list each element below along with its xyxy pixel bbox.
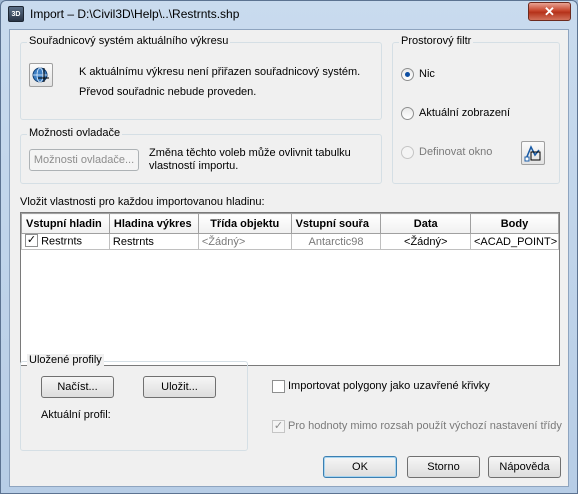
radio-define-window-label: Definovat okno	[419, 146, 493, 158]
points-cell[interactable]: <ACAD_POINT>	[469, 233, 560, 250]
globe-icon	[32, 67, 49, 83]
driver-options-group: Možnosti ovladače Možnosti ovladače... Z…	[20, 127, 382, 184]
radio-none-label: Nic	[419, 68, 435, 80]
column-header[interactable]: Vstupní hladin	[21, 213, 110, 234]
window-title: Import – D:\Civil3D\Help\..\Restrnts.shp	[30, 7, 240, 21]
cancel-button[interactable]: Storno	[407, 456, 480, 478]
window-select-icon	[524, 145, 541, 162]
autocad-app-icon: 3D	[8, 6, 24, 22]
object-class-cell[interactable]: <Žádný>	[197, 233, 292, 250]
input-layer-value: Restrnts	[41, 235, 83, 248]
radio-current-view[interactable]	[401, 107, 414, 120]
coordinate-system-group-title: Souřadnicový systém aktuálního výkresu	[27, 35, 231, 47]
table-header-row: Vstupní hladin Hladina výkres Třída obje…	[21, 213, 560, 234]
coordinate-system-button[interactable]	[29, 63, 53, 87]
saved-profiles-title: Uložené profily	[27, 354, 104, 366]
spatial-filter-title: Prostorový filtr	[399, 35, 474, 47]
coordinate-conversion-message: Převod souřadnic nebude proveden.	[79, 86, 257, 98]
current-profile-label: Aktuální profil:	[41, 409, 111, 421]
drawing-layer-cell[interactable]: Restrnts	[108, 233, 199, 250]
driver-options-title: Možnosti ovladače	[27, 127, 123, 139]
column-header[interactable]: Hladina výkres	[108, 213, 199, 234]
use-defaults-label: Pro hodnoty mimo rozsah použít výchozí n…	[288, 420, 562, 432]
driver-options-note: Změna těchto voleb může ovlivnit tabulku…	[149, 147, 351, 172]
layers-grid: Vstupní hladin Hladina výkres Třída obje…	[21, 213, 560, 250]
define-window-button[interactable]	[521, 141, 545, 165]
column-header[interactable]: Data	[380, 213, 471, 234]
layers-table: Vstupní hladin Hladina výkres Třída obje…	[20, 212, 560, 366]
column-header[interactable]: Body	[469, 213, 560, 234]
close-button[interactable]: ✕	[528, 2, 571, 21]
save-profile-button[interactable]: Uložit...	[143, 376, 216, 398]
coordinate-system-group: Souřadnicový systém aktuálního výkresu K…	[20, 35, 382, 120]
title-bar[interactable]: 3D Import – D:\Civil3D\Help\..\Restrnts.…	[1, 1, 577, 27]
layer-import-checkbox[interactable]: ✓	[25, 234, 38, 247]
data-cell[interactable]: <Žádný>	[380, 233, 471, 250]
help-button[interactable]: Nápověda	[488, 456, 561, 478]
ok-button[interactable]: OK	[323, 456, 397, 478]
radio-none[interactable]	[401, 68, 414, 81]
spatial-filter-group: Prostorový filtr Nic Aktuální zobrazení …	[392, 35, 560, 184]
use-defaults-checkbox[interactable]: ✓	[272, 420, 285, 433]
dialog-body: Souřadnicový systém aktuálního výkresu K…	[9, 29, 569, 487]
saved-profiles-group: Uložené profily Načíst... Uložit... Aktu…	[20, 354, 248, 451]
layers-label: Vložit vlastnosti pro každou importovano…	[20, 196, 265, 208]
radio-current-view-label: Aktuální zobrazení	[419, 107, 511, 119]
coordinate-system-message: K aktuálnímu výkresu není přiřazen souřa…	[79, 66, 361, 78]
import-polygons-label: Importovat polygony jako uzavřené křivky	[288, 380, 490, 392]
radio-define-window[interactable]	[401, 146, 414, 159]
driver-options-button[interactable]: Možnosti ovladače...	[29, 149, 139, 171]
import-dialog: 3D Import – D:\Civil3D\Help\..\Restrnts.…	[0, 0, 578, 494]
input-coords-cell[interactable]: Antarctic98	[290, 233, 382, 250]
input-layer-cell[interactable]: ✓ Restrnts	[21, 233, 110, 250]
load-profile-button[interactable]: Načíst...	[41, 376, 114, 398]
column-header[interactable]: Třída objektu	[197, 213, 292, 234]
table-row[interactable]: ✓ Restrnts Restrnts <Žádný> Antarctic98 …	[21, 233, 560, 250]
import-polygons-checkbox[interactable]	[272, 380, 285, 393]
column-header[interactable]: Vstupní souřa	[290, 213, 382, 234]
